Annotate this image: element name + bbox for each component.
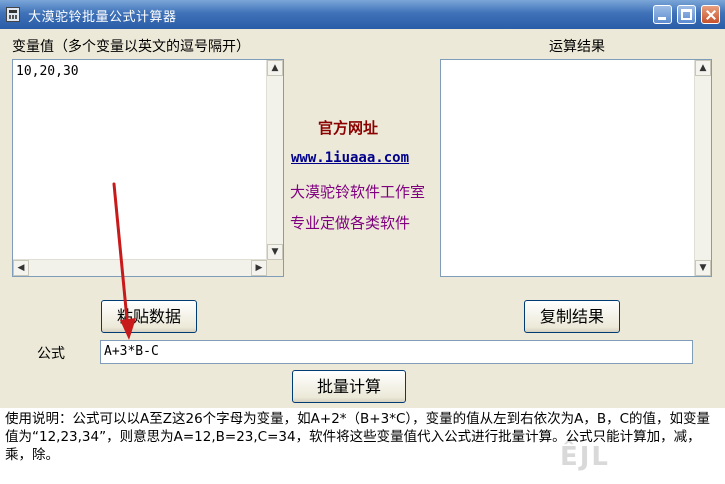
window-title: 大漠驼铃批量公式计算器 <box>28 10 177 25</box>
official-site-label: 官方网址 <box>318 119 379 137</box>
copy-result-button[interactable]: 复制结果 <box>524 300 620 333</box>
scroll-down-arrow-icon[interactable]: ▼ <box>267 244 283 260</box>
results-textarea[interactable]: ▲ ▼ <box>440 59 712 277</box>
formula-label: 公式 <box>37 346 65 362</box>
close-button[interactable] <box>701 5 720 24</box>
results-vertical-scrollbar[interactable]: ▲ ▼ <box>694 60 711 276</box>
variables-textarea[interactable]: 10,20,30 ▲ ▼ ◀ ▶ <box>12 59 284 277</box>
scroll-up-arrow-icon[interactable]: ▲ <box>695 60 711 76</box>
maximize-button[interactable] <box>677 5 696 24</box>
formula-input[interactable]: A+3*B-C <box>100 340 693 364</box>
batch-calculate-button[interactable]: 批量计算 <box>292 370 406 403</box>
calculator-icon <box>6 7 20 22</box>
red-arrow-annotation <box>112 182 136 340</box>
variables-horizontal-scrollbar[interactable]: ◀ ▶ <box>13 259 267 276</box>
website-link[interactable]: www.1iuaaa.com <box>291 150 409 166</box>
minimize-button[interactable] <box>653 5 672 24</box>
variables-label: 变量值（多个变量以英文的逗号隔开） <box>12 39 250 55</box>
scroll-left-arrow-icon[interactable]: ◀ <box>13 260 29 276</box>
studio-slogan: 专业定做各类软件 <box>290 214 411 232</box>
studio-name: 大漠驼铃软件工作室 <box>290 183 426 201</box>
results-label: 运算结果 <box>549 39 605 55</box>
scroll-down-arrow-icon[interactable]: ▼ <box>695 260 711 276</box>
scroll-up-arrow-icon[interactable]: ▲ <box>267 60 283 76</box>
variables-value: 10,20,30 <box>16 64 79 79</box>
app-window: 大漠驼铃批量公式计算器 变量值（多个变量以英文的逗号隔开） 10,20,30 ▲… <box>0 0 725 484</box>
watermark-logo: ÊJL <box>560 442 611 472</box>
variables-vertical-scrollbar[interactable]: ▲ ▼ <box>266 60 283 260</box>
scroll-right-arrow-icon[interactable]: ▶ <box>251 260 267 276</box>
title-bar[interactable]: 大漠驼铃批量公式计算器 <box>0 0 725 29</box>
scrollbar-corner <box>267 260 283 276</box>
